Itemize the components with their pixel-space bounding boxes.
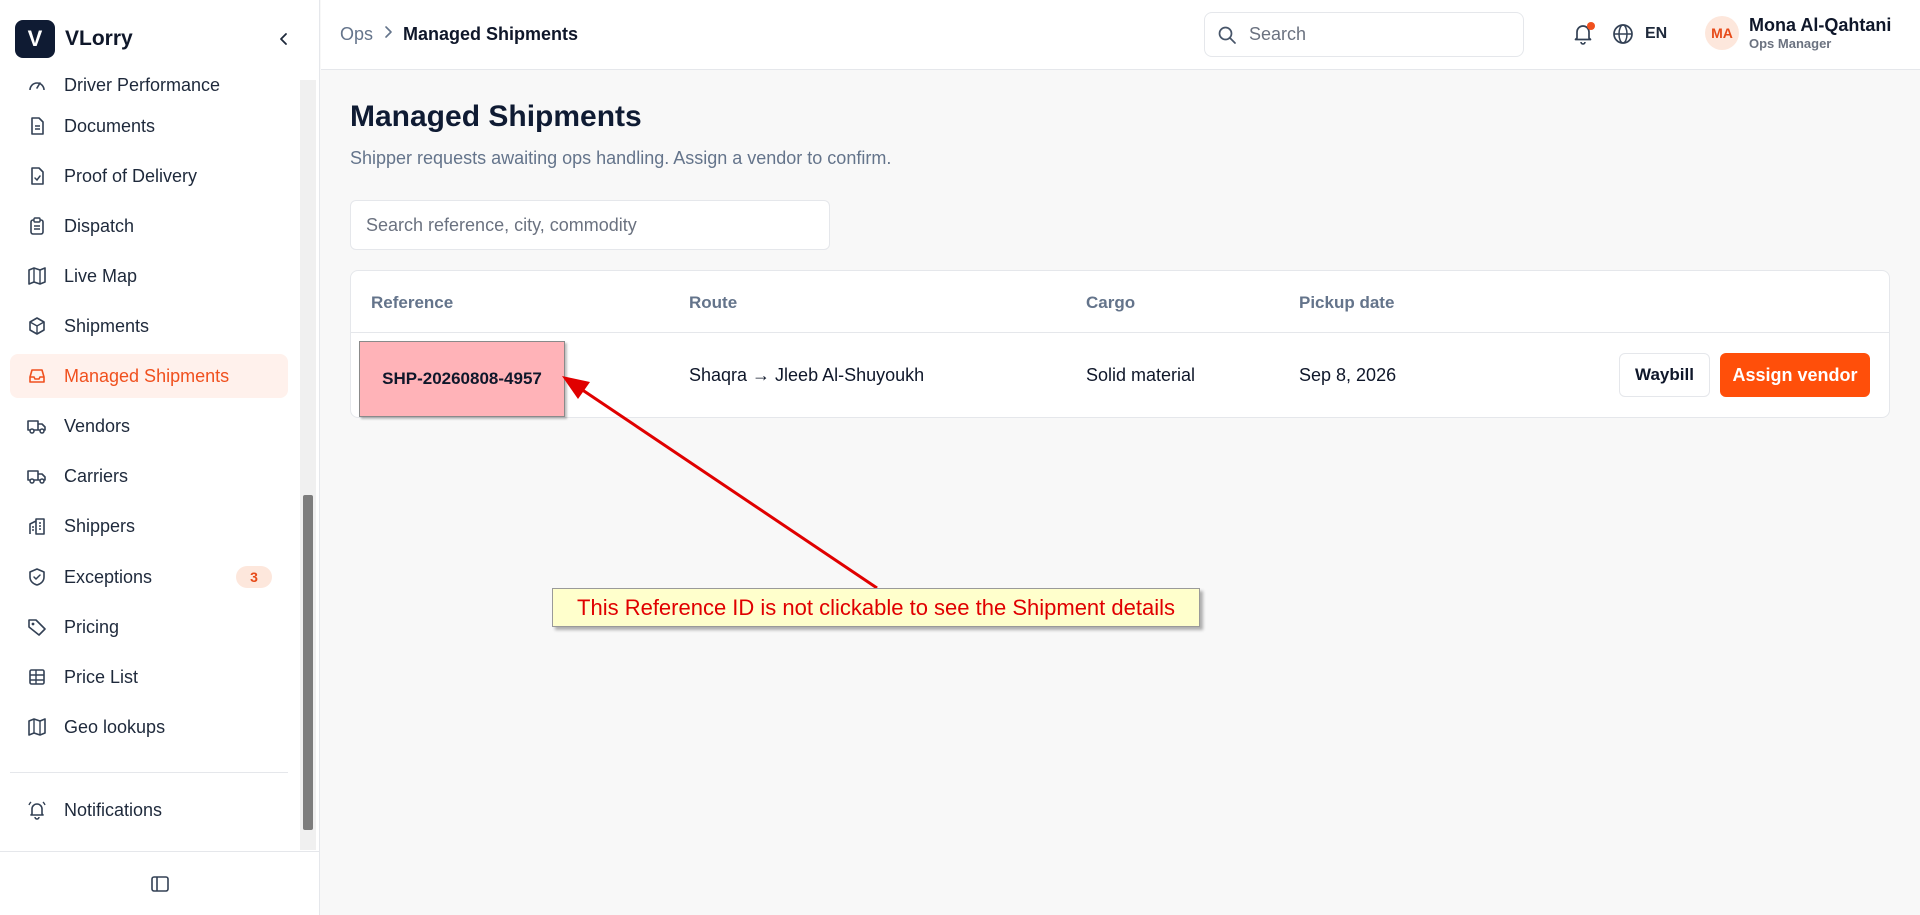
bell-ring-icon <box>26 799 48 821</box>
sidebar-item-label: Shippers <box>64 515 136 536</box>
user-menu[interactable]: MA Mona Al-Qahtani Ops Manager <box>1705 14 1891 52</box>
table-icon <box>26 666 48 688</box>
column-header-route: Route <box>689 293 738 312</box>
breadcrumb: Ops Managed Shipments <box>340 24 578 45</box>
global-search[interactable] <box>1204 12 1524 57</box>
shipments-table: Reference Route Cargo Pickup date SHP-20… <box>350 270 1890 418</box>
shield-icon <box>26 566 48 588</box>
breadcrumb-current: Managed Shipments <box>403 24 579 44</box>
sidebar-item-label: Dispatch <box>64 215 135 236</box>
brand-name: VLorry <box>65 27 133 50</box>
route-cell: Shaqra → Jleeb Al-Shuyoukh <box>689 365 925 385</box>
sidebar-nav: Driver Performance Documents Proof of De… <box>0 70 300 845</box>
topbar: Ops Managed Shipments EN MA Mona Al-Qaht… <box>321 0 1920 70</box>
sidebar-item-exceptions[interactable]: Exceptions 3 <box>10 555 288 599</box>
sidebar-footer <box>0 851 320 915</box>
sidebar-item-label: Pricing <box>64 616 120 637</box>
sidebar-item-label: Live Map <box>64 265 138 286</box>
sidebar-item-label: Vendors <box>64 415 131 436</box>
column-header-reference: Reference <box>371 293 454 312</box>
sidebar-item-label: Driver Performance <box>64 74 221 95</box>
sidebar-item-label: Proof of Delivery <box>64 165 198 186</box>
collapse-sidebar-button[interactable] <box>272 27 296 51</box>
gauge-icon <box>26 74 48 96</box>
exceptions-count-badge: 3 <box>236 566 272 588</box>
truck-icon <box>26 465 48 487</box>
sidebar-item-geo-lookups[interactable]: Geo lookups <box>10 705 288 749</box>
sidebar-item-label: Managed Shipments <box>64 365 230 386</box>
sidebar-item-carriers[interactable]: Carriers <box>10 454 288 498</box>
language-switcher[interactable]: EN <box>1611 22 1667 46</box>
chevron-right-icon <box>383 25 393 44</box>
sidebar-item-label: Shipments <box>64 315 150 336</box>
sidebar-item-label: Geo lookups <box>64 716 166 737</box>
waybill-button[interactable]: Waybill <box>1619 353 1710 397</box>
inbox-icon <box>26 365 48 387</box>
table-header-divider <box>351 332 1889 333</box>
shipment-filter[interactable] <box>350 200 830 250</box>
page-title: Managed Shipments <box>350 100 642 133</box>
avatar: MA <box>1705 16 1739 50</box>
sidebar-item-label: Documents <box>64 115 156 136</box>
globe-icon <box>1613 24 1633 44</box>
brand[interactable]: V VLorry <box>15 20 133 58</box>
sidebar-item-label: Price List <box>64 666 139 687</box>
column-header-pickup-date: Pickup date <box>1299 293 1395 312</box>
sidebar-item-pricing[interactable]: Pricing <box>10 605 288 649</box>
building-icon <box>26 515 48 537</box>
cargo-cell: Solid material <box>1086 365 1196 385</box>
sidebar-scrollbar-thumb[interactable] <box>303 495 313 830</box>
sidebar-item-dispatch[interactable]: Dispatch <box>10 204 288 248</box>
sidebar-item-documents[interactable]: Documents <box>10 104 288 148</box>
assign-vendor-button[interactable]: Assign vendor <box>1720 353 1870 397</box>
panel-left-icon <box>151 875 169 892</box>
shipment-search-input[interactable] <box>366 214 806 236</box>
sidebar-item-live-map[interactable]: Live Map <box>10 254 288 298</box>
user-info: Mona Al-Qahtani Ops Manager <box>1749 14 1891 52</box>
truck-icon <box>26 415 48 437</box>
column-header-cargo: Cargo <box>1086 293 1136 312</box>
annotation-callout: This Reference ID is not clickable to se… <box>552 588 1200 627</box>
sidebar-item-vendors[interactable]: Vendors <box>10 404 288 448</box>
tag-icon <box>26 616 48 638</box>
sidebar-divider <box>10 772 288 773</box>
user-name: Mona Al-Qahtani <box>1749 15 1892 35</box>
chevron-left-icon <box>280 33 287 45</box>
user-role: Ops Manager <box>1749 36 1832 51</box>
sidebar-item-label: Notifications <box>64 799 163 820</box>
toggle-panel-button[interactable] <box>148 872 172 896</box>
sidebar: V VLorry Driver Performance Documents Pr… <box>0 0 320 915</box>
package-icon <box>26 315 48 337</box>
sidebar-item-shippers[interactable]: Shippers <box>10 504 288 548</box>
clipboard-icon <box>26 215 48 237</box>
sidebar-item-label: Carriers <box>64 465 129 486</box>
language-label: EN <box>1645 25 1668 42</box>
map-icon <box>26 265 48 287</box>
brand-logo: V <box>15 20 55 58</box>
document-icon <box>26 115 48 137</box>
file-check-icon <box>26 165 48 187</box>
sidebar-item-price-list[interactable]: Price List <box>10 655 288 699</box>
sidebar-item-shipments[interactable]: Shipments <box>10 304 288 348</box>
pickup-date-cell: Sep 8, 2026 <box>1299 365 1397 385</box>
page-subtitle: Shipper requests awaiting ops handling. … <box>350 148 892 168</box>
sidebar-item-notifications[interactable]: Notifications <box>10 788 288 832</box>
search-icon <box>1218 26 1236 44</box>
breadcrumb-ops-link[interactable]: Ops <box>340 24 373 45</box>
map-icon <box>26 716 48 738</box>
sidebar-item-driver-performance[interactable]: Driver Performance <box>10 70 288 107</box>
notifications-button[interactable] <box>1571 22 1597 48</box>
sidebar-item-managed-shipments[interactable]: Managed Shipments <box>10 354 288 398</box>
global-search-input[interactable] <box>1249 24 1509 45</box>
reference-id-cell: SHP-20260808-4957 <box>359 341 565 417</box>
notification-dot <box>1587 22 1595 30</box>
sidebar-item-label: Exceptions <box>64 566 153 587</box>
sidebar-item-proof-of-delivery[interactable]: Proof of Delivery <box>10 154 288 198</box>
